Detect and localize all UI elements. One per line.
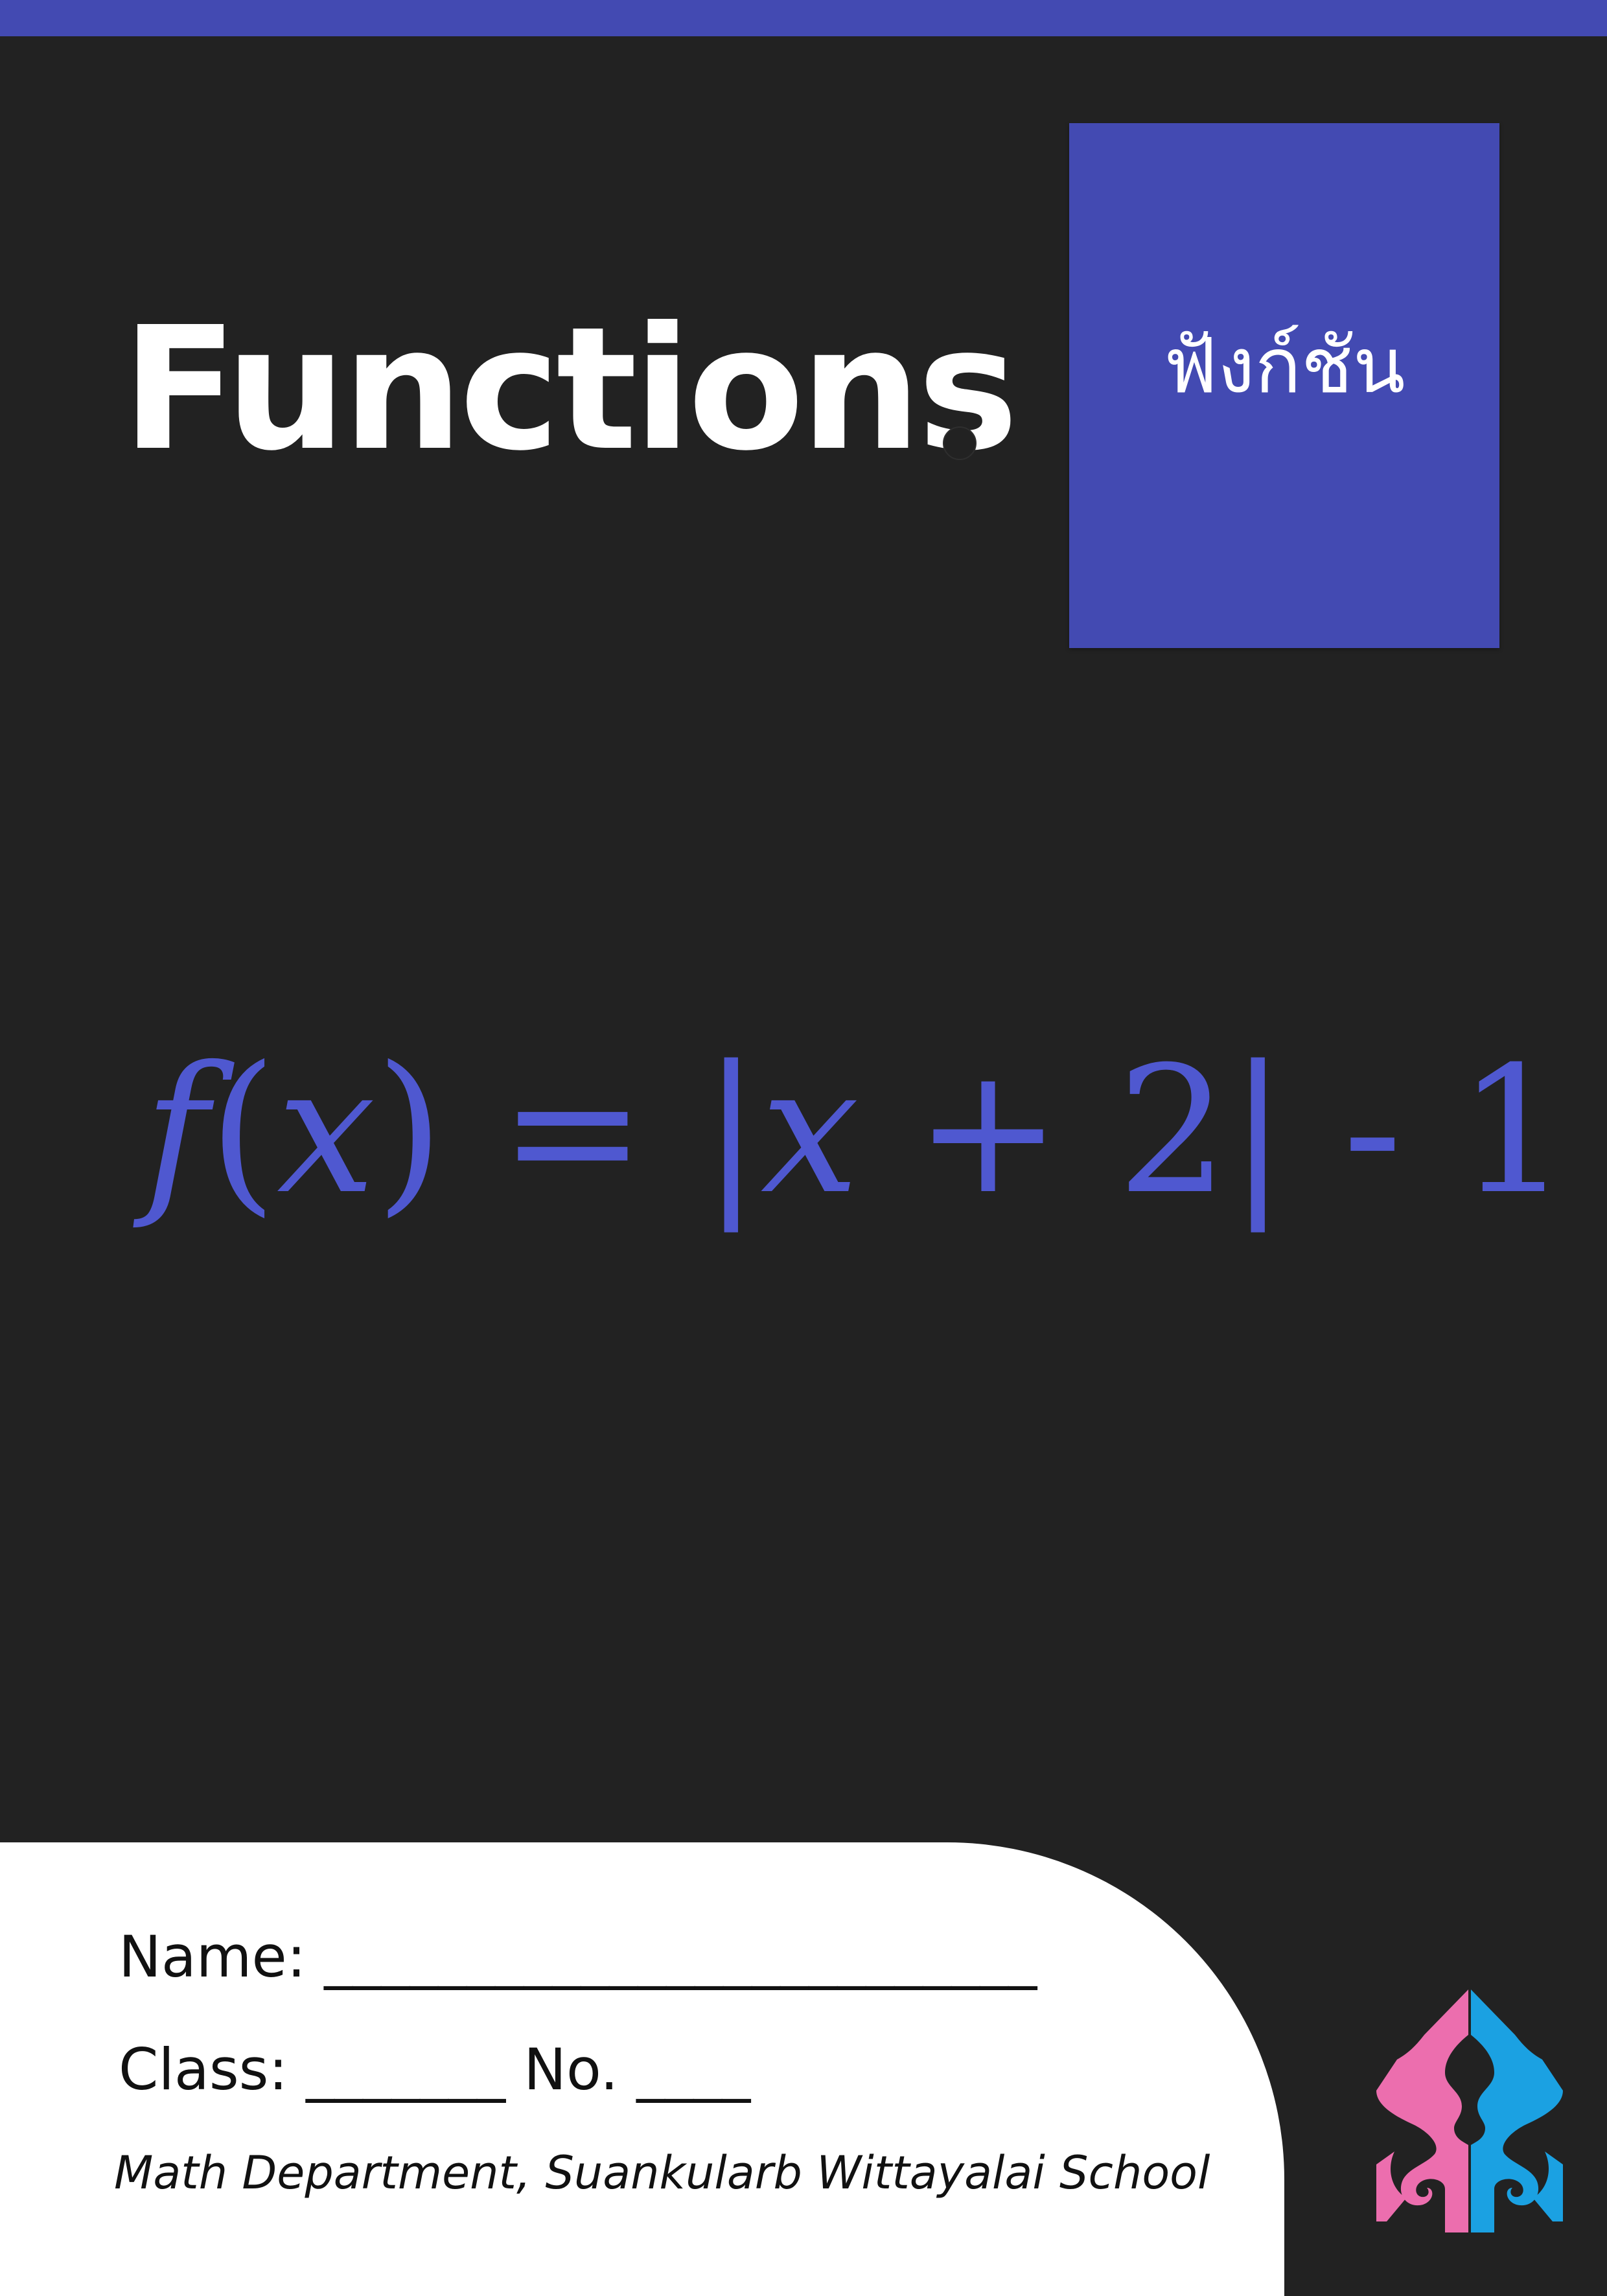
formula-x: x — [277, 1028, 376, 1233]
thai-title: ฟังก์ชัน — [1163, 321, 1405, 410]
formula-lparen: ( — [208, 1028, 277, 1233]
formula-rparen: ) — [375, 1028, 444, 1233]
function-formula: f(x) = |x + 2| - 1 — [144, 1021, 1569, 1241]
page-title: Functions — [122, 290, 1019, 488]
formula-equals: = | — [443, 1028, 761, 1233]
school-emblem-logo — [1376, 1989, 1563, 2232]
formula-f: f — [144, 1028, 209, 1233]
top-accent-bar — [0, 0, 1607, 36]
number-label: No. — [524, 2036, 619, 2103]
class-field: Class: _______ No. ____ — [119, 2041, 750, 2098]
formula-rest: + 2| - 1 — [859, 1028, 1569, 1233]
formula-x-inner: x — [760, 1028, 860, 1233]
department-line: Math Department, Suankularb Wittayalai S… — [114, 2146, 1210, 2199]
name-field: Name: _________________________ — [119, 1929, 1037, 1986]
emblem-left-half — [1376, 1989, 1468, 2232]
thai-title-box: ฟังก์ชัน — [1069, 123, 1499, 648]
name-label: Name: — [119, 1923, 306, 1990]
title-dot — [943, 426, 977, 460]
number-blank: ____ — [636, 2036, 751, 2103]
class-blank: _______ — [306, 2036, 506, 2103]
emblem-right-half — [1471, 1989, 1563, 2232]
class-label: Class: — [119, 2036, 288, 2103]
emblem-center-hole — [1463, 2086, 1476, 2107]
name-blank: _________________________ — [324, 1923, 1037, 1990]
